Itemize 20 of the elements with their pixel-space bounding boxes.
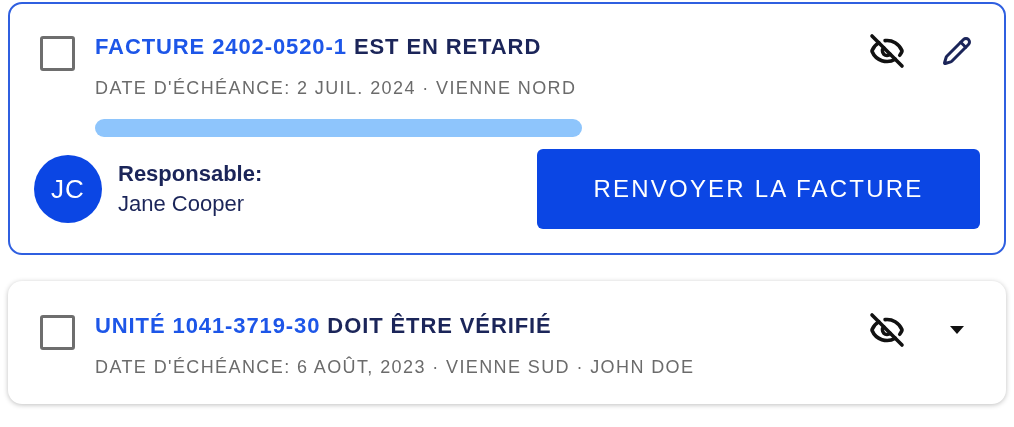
eye-off-icon	[869, 33, 905, 69]
assignee-name: Jane Cooper	[118, 191, 245, 217]
hide-button[interactable]	[868, 32, 906, 70]
assignee-label: Responsable:	[118, 161, 263, 187]
pencil-icon	[942, 36, 972, 66]
caret-icon	[950, 326, 964, 334]
task-card[interactable]: FACTURE 2402-0520-1 EST EN RETARD DATE D'ÉCHÉANCE: 2 JUIL. 2024 · VIENNE NORD JC Responsable: Jane Cooper RENVOYER LA FACTURE	[8, 2, 1006, 255]
avatar: JC	[34, 155, 102, 223]
checkbox[interactable]	[40, 315, 75, 350]
task-title: UNITÉ 1041-3719-30 DOIT ÊTRE VÉRIFIÉ	[95, 313, 553, 339]
task-link[interactable]: UNITÉ 1041-3719-30	[95, 313, 321, 338]
resend-button[interactable]: RENVOYER LA FACTURE	[537, 149, 980, 229]
hide-button[interactable]	[868, 311, 906, 349]
eye-off-icon	[869, 312, 905, 348]
task-meta: DATE D'ÉCHÉANCE: 6 AOÛT, 2023 · VIENNE SUD · JOHN DOE	[95, 357, 696, 378]
task-meta: DATE D'ÉCHÉANCE: 2 JUIL. 2024 · VIENNE NORD	[95, 78, 578, 99]
task-card[interactable]: UNITÉ 1041-3719-30 DOIT ÊTRE VÉRIFIÉ DATE D'ÉCHÉANCE: 6 AOÛT, 2023 · VIENNE SUD · JOHN DOE	[8, 281, 1006, 404]
checkbox[interactable]	[40, 36, 75, 71]
task-title: FACTURE 2402-0520-1 EST EN RETARD	[95, 34, 543, 60]
task-link[interactable]: FACTURE 2402-0520-1	[95, 34, 347, 59]
